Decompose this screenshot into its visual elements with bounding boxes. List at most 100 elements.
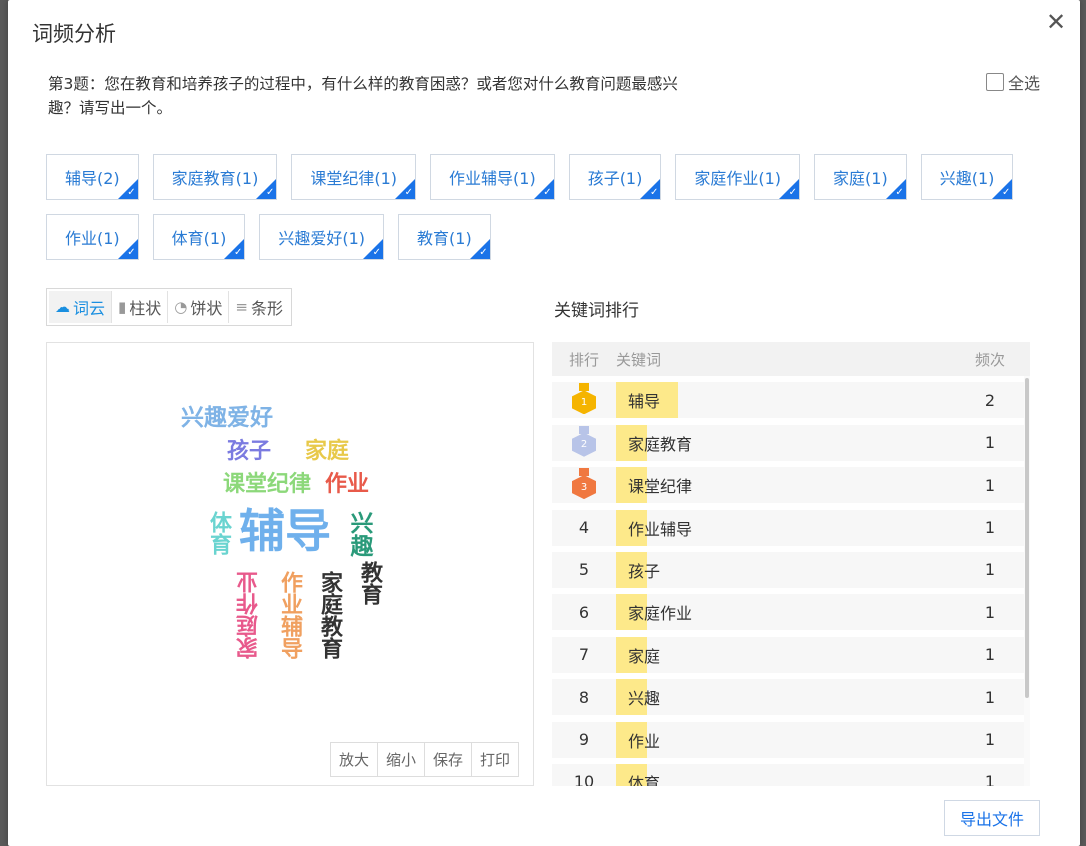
select-all-checkbox[interactable]: 全选 <box>986 70 1040 94</box>
medal-icon: 2 <box>571 425 597 460</box>
rank-cell: 1 <box>552 383 616 417</box>
check-icon: ✓ <box>895 187 904 198</box>
chart-type-tabs: ☁ 词云 ▮ 柱状 ◔ 饼状 ≡ 条形 <box>46 288 292 326</box>
tag-item[interactable]: 兴趣(1) ✓ <box>920 154 1014 200</box>
tag-item[interactable]: 孩子(1) ✓ <box>568 154 662 200</box>
freq-cell: 1 <box>984 433 996 453</box>
tab-bar-chart[interactable]: ▮ 柱状 <box>112 291 169 323</box>
tab-label: 柱状 <box>129 299 162 318</box>
medal-number: 2 <box>572 432 596 457</box>
cloud-word: 家庭教育 <box>317 571 342 659</box>
table-row: 9 作业 1 <box>552 721 1030 758</box>
keyword-text: 体育 <box>628 773 661 786</box>
tag-label: 兴趣爱好(1) <box>278 229 366 248</box>
tag-label: 教育(1) <box>417 229 472 248</box>
rank-title: 关键词排行 <box>554 301 639 321</box>
word-cell: 课堂纪律 <box>616 467 958 504</box>
tag-label: 作业辅导(1) <box>449 169 536 188</box>
tag-row-2: 作业(1) ✓ 体育(1) ✓ 兴趣爱好(1) ✓ 教育(1) ✓ <box>46 214 1046 262</box>
table-header: 排行 关键词 频次 <box>552 342 1030 376</box>
scroll-thumb[interactable] <box>1025 378 1029 698</box>
tag-item[interactable]: 兴趣爱好(1) ✓ <box>259 214 385 260</box>
check-icon: ✓ <box>127 187 136 198</box>
cloud-word: 兴趣 <box>346 511 372 557</box>
cloud-word: 家庭作业 <box>237 571 262 659</box>
check-icon: ✓ <box>1001 187 1011 198</box>
header-word-label: 关键词 <box>616 350 662 369</box>
word-cell: 家庭教育 <box>616 424 958 461</box>
scrollbar[interactable] <box>1024 376 1030 786</box>
word-cell: 作业 <box>616 721 958 758</box>
freq-cell: 1 <box>984 518 996 538</box>
medal-icon: 1 <box>571 383 597 417</box>
tab-pie-chart[interactable]: ◔ 饼状 <box>168 291 230 323</box>
tag-item[interactable]: 家庭(1) ✓ <box>814 154 907 200</box>
export-button[interactable]: 导出文件 <box>944 800 1040 836</box>
cloud-word: 体育 <box>206 511 231 555</box>
rank-table: 排行 关键词 频次 1 辅导 2 2 家庭教育 1 3 课堂纪律 1 4 作业辅导 1 5 孩子 1 6 家庭作… <box>552 342 1030 786</box>
tag-item[interactable]: 作业辅导(1) ✓ <box>430 154 555 200</box>
print-button[interactable]: 打印 <box>472 743 518 776</box>
cloud-word: 辅导 <box>239 504 331 558</box>
tag-label: 孩子(1) <box>587 169 643 188</box>
cloud-word: 作业辅导 <box>277 571 302 659</box>
medal-ribbon <box>579 468 589 477</box>
keyword-text: 孩子 <box>628 561 661 581</box>
rank-cell: 5 <box>578 560 590 580</box>
tag-item[interactable]: 辅导(2) ✓ <box>46 154 139 200</box>
word-cell: 作业辅导 <box>616 509 958 546</box>
freq-cell: 1 <box>984 772 996 786</box>
freq-cell: 1 <box>984 645 996 665</box>
check-icon: ✓ <box>543 187 552 198</box>
rank-rows: 1 辅导 2 2 家庭教育 1 3 课堂纪律 1 4 作业辅导 1 5 孩子 1 6 家庭作业 1 7 家庭 1 8 兴趣 1… <box>552 382 1030 786</box>
keyword-text: 兴趣 <box>628 689 661 709</box>
word-cell: 体育 <box>616 763 958 786</box>
rank-cell: 7 <box>578 645 590 665</box>
cloud-word: 教育 <box>357 561 382 605</box>
word-frequency-dialog: 词频分析 ✕ 第3题：您在教育和培养孩子的过程中，有什么样的教育困惑？或者您对什… <box>8 0 1080 846</box>
tab-label: 条形 <box>250 299 283 318</box>
rank-cell: 6 <box>578 602 590 622</box>
table-row: 2 家庭教育 1 <box>552 424 1030 461</box>
check-icon: ✓ <box>479 247 488 258</box>
medal-icon: 3 <box>571 468 597 502</box>
tag-label: 家庭(1) <box>833 169 888 188</box>
medal-ribbon <box>579 425 589 434</box>
close-icon[interactable]: ✕ <box>1042 8 1070 36</box>
tab-word-cloud[interactable]: ☁ 词云 <box>49 291 113 323</box>
rank-cell: 9 <box>578 730 590 750</box>
word-cell: 孩子 <box>616 551 958 588</box>
freq-cell: 1 <box>984 687 996 707</box>
tab-label: 饼状 <box>190 299 223 318</box>
keyword-tags: 辅导(2) ✓ 家庭教育(1) ✓ 课堂纪律(1) ✓ 作业辅导(1) ✓ 孩子(1) ✓… <box>46 154 1046 274</box>
keyword-text: 家庭 <box>628 646 661 666</box>
tag-item[interactable]: 家庭作业(1) ✓ <box>675 154 801 200</box>
tab-horizontal-bar[interactable]: ≡ 条形 <box>229 291 289 323</box>
medal-number: 1 <box>572 390 596 415</box>
tag-label: 课堂纪律(1) <box>310 169 398 188</box>
keyword-text: 课堂纪律 <box>628 477 693 497</box>
freq-cell: 2 <box>984 390 996 410</box>
zoom-in-button[interactable]: 放大 <box>331 743 378 776</box>
zoom-out-button[interactable]: 缩小 <box>378 743 425 776</box>
header-rank: 排行 <box>568 350 599 369</box>
table-row: 1 辅导 2 <box>552 382 1030 419</box>
checkbox-box[interactable] <box>986 73 1004 91</box>
cloud-word: 兴趣爱好 <box>181 405 273 431</box>
tag-item[interactable]: 家庭教育(1) ✓ <box>152 154 278 200</box>
rank-cell: 2 <box>552 425 616 460</box>
rank-cell: 3 <box>552 468 616 502</box>
save-button[interactable]: 保存 <box>425 743 472 776</box>
table-row: 8 兴趣 1 <box>552 679 1030 716</box>
tag-item[interactable]: 教育(1) ✓ <box>398 214 491 260</box>
tag-label: 家庭作业(1) <box>694 169 782 188</box>
tag-item[interactable]: 体育(1) ✓ <box>152 214 246 260</box>
tag-item[interactable]: 课堂纪律(1) ✓ <box>291 154 417 200</box>
table-row: 7 家庭 1 <box>552 636 1030 673</box>
rank-cell: 4 <box>578 518 590 538</box>
cloud-icon: ☁ <box>55 298 70 316</box>
tag-label: 作业(1) <box>65 229 120 248</box>
word-cell: 家庭作业 <box>616 594 958 631</box>
check-icon: ✓ <box>372 247 382 258</box>
tag-item[interactable]: 作业(1) ✓ <box>46 214 139 260</box>
